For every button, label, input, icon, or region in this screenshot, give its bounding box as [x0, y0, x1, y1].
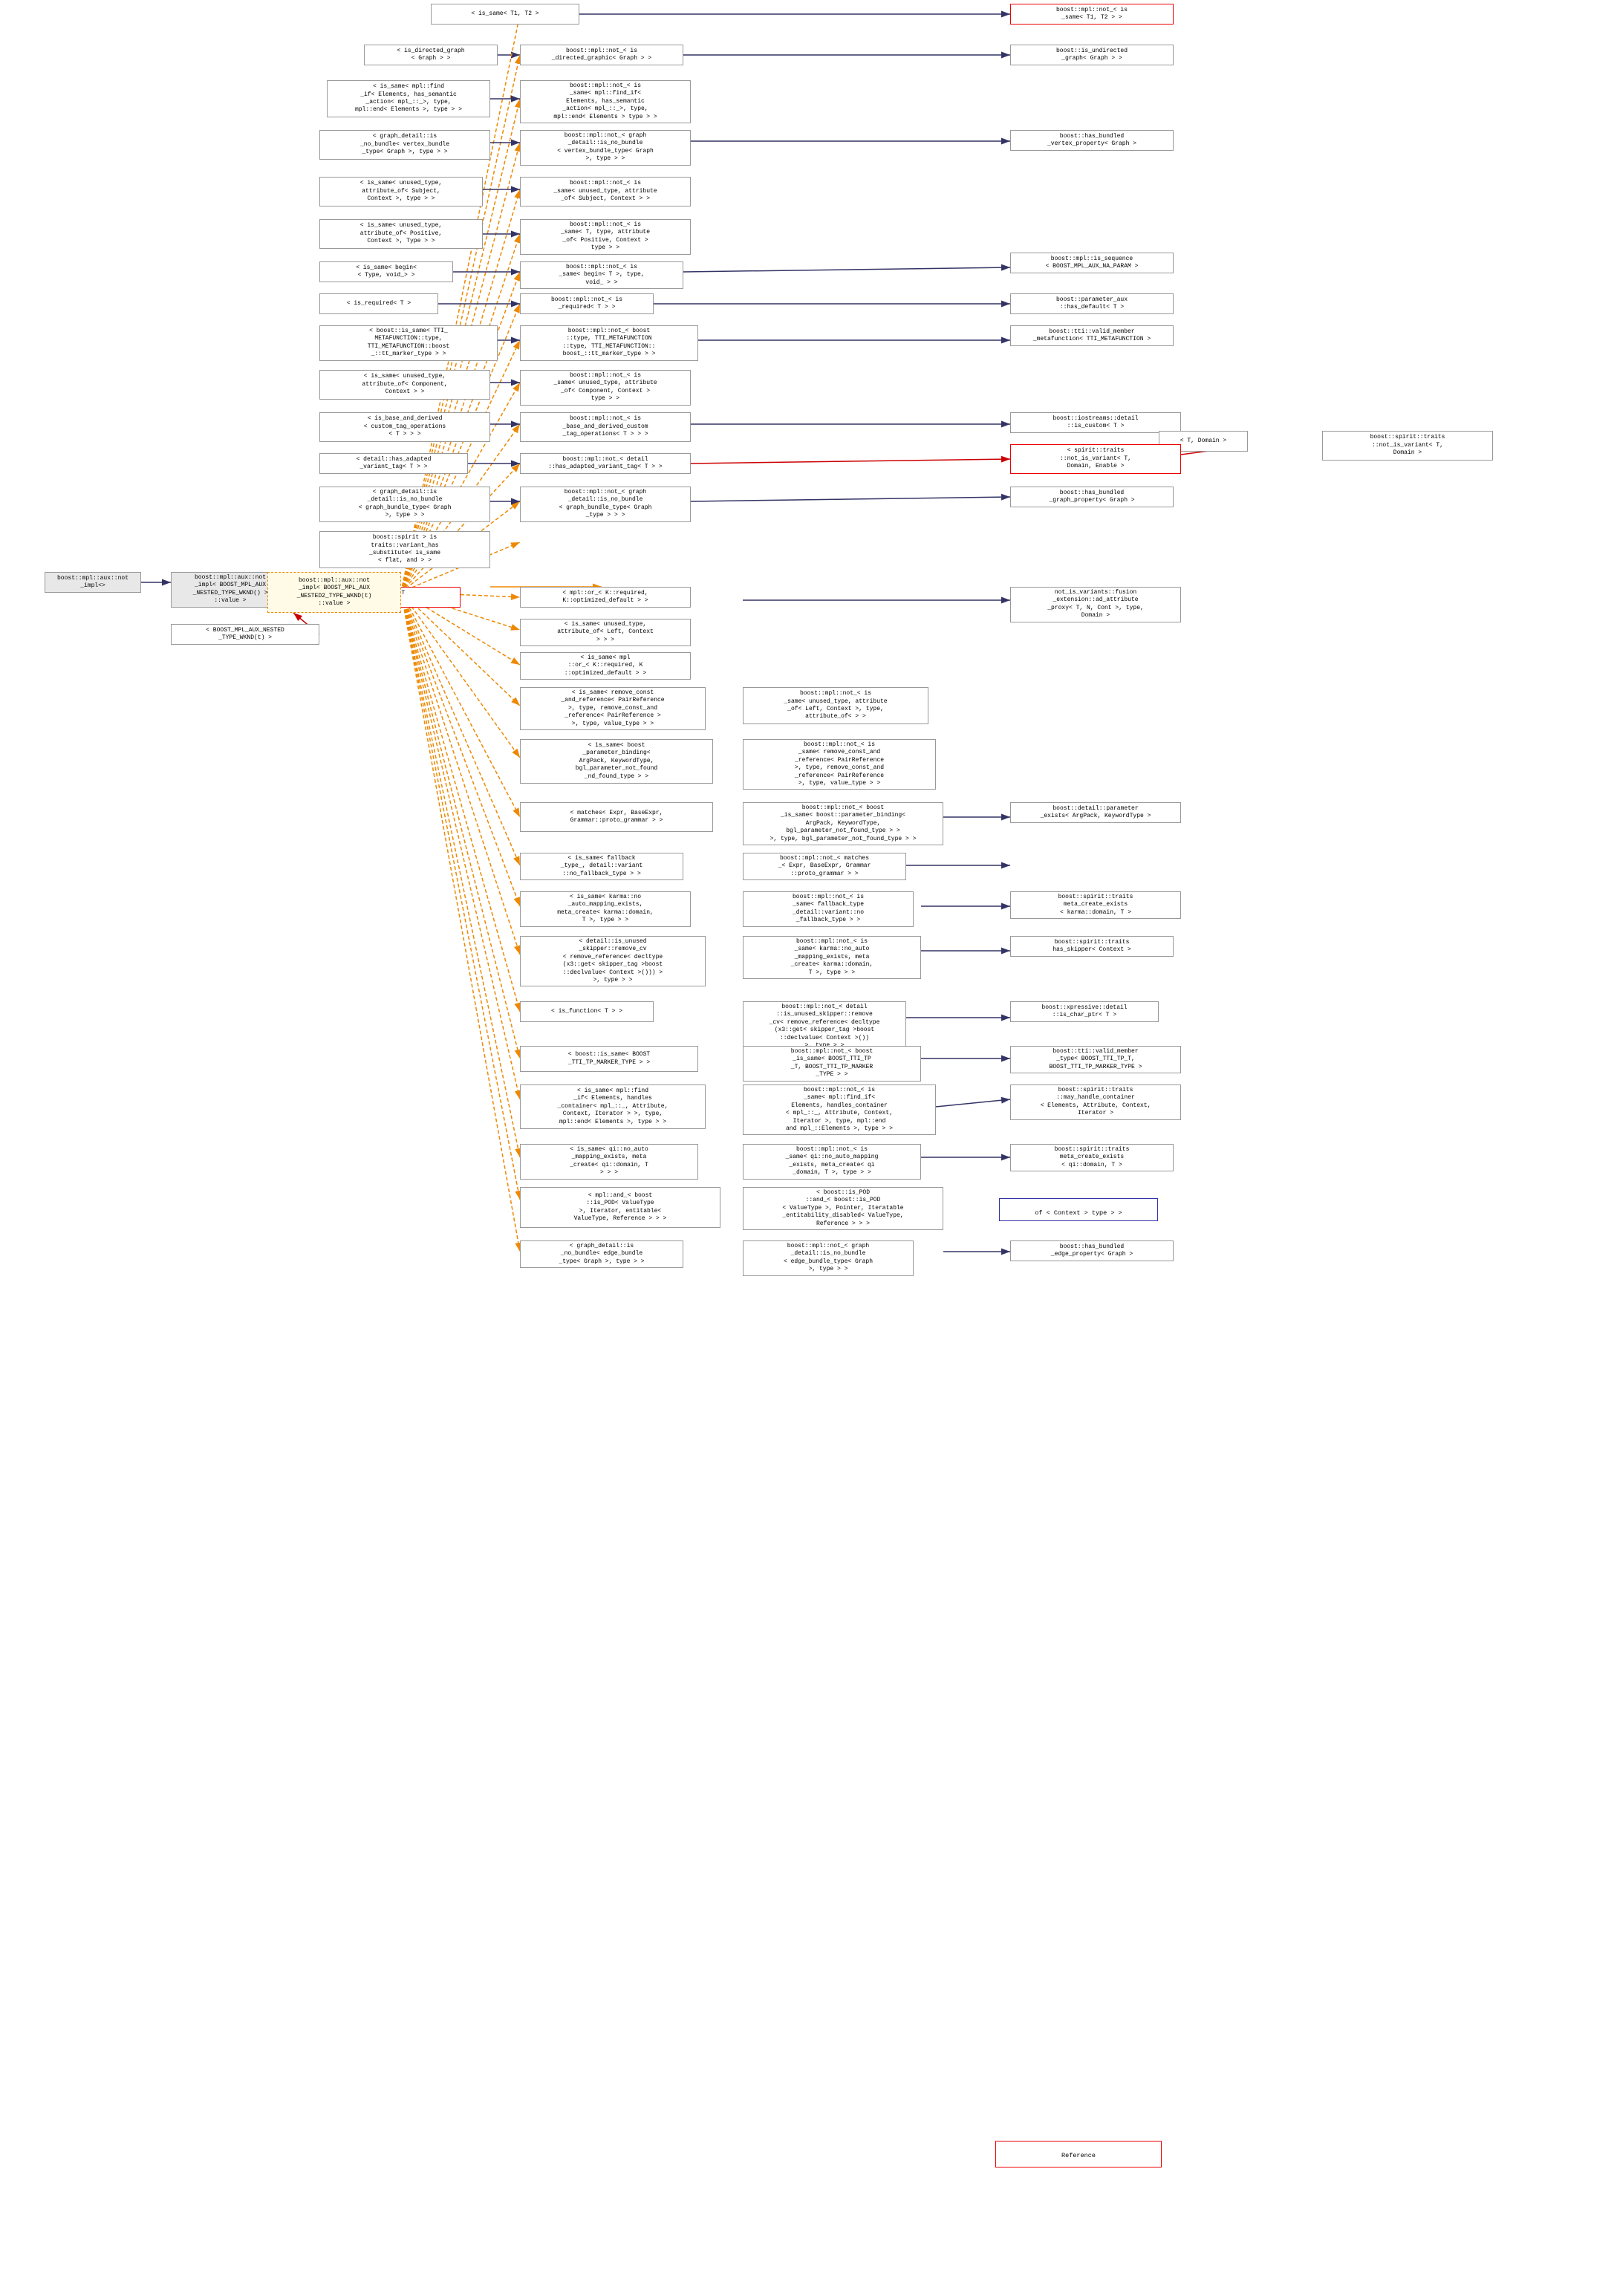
node-n26: < is_base_and_derived < custom_tag_opera…: [319, 412, 490, 442]
node-n12: boost::mpl::not_< is _same< unused_type,…: [520, 177, 691, 206]
node-n45: < is_same< boost _parameter_binding< Arg…: [520, 739, 713, 784]
node-n56: boost::mpl::not_< is _same< karma::no_au…: [743, 936, 921, 979]
node-n18: < is_required< T >: [319, 293, 438, 314]
node-n55: < detail::is_unused _skipper::remove_cv …: [520, 936, 706, 986]
node-n27: boost::mpl::not_< is _base_and_derived_c…: [520, 412, 691, 442]
node-n30: < detail::has_adapted _variant_tag< T > …: [319, 453, 468, 474]
node-n17: boost::mpl::is_sequence < BOOST_MPL_AUX_…: [1010, 253, 1174, 273]
node-n64: < is_same< mpl::find _if< Elements, hand…: [520, 1084, 706, 1129]
node-n50: < is_same< fallback _type_, detail::vari…: [520, 853, 683, 880]
node-n61: < boost::is_same< BOOST _TTI_TP_MARKER_T…: [520, 1046, 698, 1072]
node-n37: boost::spirit > is traits::variant_has _…: [319, 531, 490, 568]
node-n2: boost::mpl::not_< is _same< T1, T2 > >: [1010, 4, 1174, 25]
node-n9: boost::mpl::not_< graph _detail::is_no_b…: [520, 130, 691, 166]
node-n20: boost::parameter_aux ::has_default< T >: [1010, 293, 1174, 314]
context-label: of < Context > type > >: [999, 1198, 1158, 1221]
node-n58: < is_function< T > >: [520, 1001, 654, 1022]
node-n52: < is_same< karma::no _auto_mapping_exist…: [520, 891, 691, 927]
node-n29: boost::mpl::not_< detail ::has_adapted_v…: [520, 453, 691, 474]
node-n32: < spirit::traits ::not_is_variant< T, Do…: [1010, 444, 1181, 474]
node-n21: < boost::is_same< TTI_ METAFUNCTION::typ…: [319, 325, 498, 361]
node-n68: boost::mpl::not_< is _same< qi::no_auto_…: [743, 1144, 921, 1180]
node-n16: boost::mpl::not_< is _same< begin< T >, …: [520, 261, 683, 289]
node-n60: boost::xpressive::detail ::is_char_ptr< …: [1010, 1001, 1159, 1022]
node-n23: boost::tti::valid_member _metafunction< …: [1010, 325, 1174, 346]
node-n49: boost::detail::parameter _exists< ArgPac…: [1010, 802, 1181, 823]
node-n71: < boost::is_POD ::and_< boost::is_POD < …: [743, 1187, 943, 1230]
node-n14: boost::mpl::not_< is _same< T, type, att…: [520, 219, 691, 255]
node-n22: boost::mpl::not_< boost ::type, TTI_META…: [520, 325, 698, 361]
node-n24: < is_same< unused_type, attribute_of< Co…: [319, 370, 490, 400]
node-n5: boost::is_undirected _graph< Graph > >: [1010, 45, 1174, 65]
node-n44: boost::mpl::not_< is _same< unused_type,…: [743, 687, 928, 724]
reference-text: Reference: [1061, 2152, 1096, 2159]
node-n10: boost::has_bundled _vertex_property< Gra…: [1010, 130, 1174, 151]
node-n41: < is_same< unused_type, attribute_of< Le…: [520, 619, 691, 646]
node-n13: < is_same< unused_type, attribute_of< Po…: [319, 219, 483, 249]
node-n28: boost::iostreams::detail ::is_custom< T …: [1010, 412, 1181, 433]
node-n51: boost::mpl::not_< matches _< Expr, BaseE…: [743, 853, 906, 880]
node-n6: < is_same< mpl::find _if< Elements, has_…: [327, 80, 490, 117]
node-n67: < is_same< qi::no_auto _mapping_exists, …: [520, 1144, 698, 1180]
node-n53: boost::mpl::not_< is _same< fallback_typ…: [743, 891, 914, 927]
node-n34: < graph_detail::is _detail::is_no_bundle…: [319, 487, 490, 522]
node-n63: boost::tti::valid_member _type< BOOST_TT…: [1010, 1046, 1181, 1073]
node-n40: not_is_variants::fusion _extension::ad_a…: [1010, 587, 1181, 622]
node-n36: boost::has_bundled _graph_property< Grap…: [1010, 487, 1174, 507]
node-n65: boost::mpl::not_< is _same< mpl::find_if…: [743, 1084, 936, 1135]
node-n59: boost::mpl::not_< detail ::is_unused_ski…: [743, 1001, 906, 1052]
diagram-canvas: < is_same< T1, T2 >boost::mpl::not_< is …: [0, 0, 1617, 2296]
node-n3: < is_directed_graph < Graph > >: [364, 45, 498, 65]
node-n46: boost::mpl::not_< is _same< remove_const…: [743, 739, 936, 790]
node-n42: < is_same< mpl ::or_< K::required, K ::o…: [520, 652, 691, 680]
node-n25: boost::mpl::not_< is _same< unused_type,…: [520, 370, 691, 406]
node-n73: boost::mpl::not_< graph _detail::is_no_b…: [743, 1240, 914, 1276]
node-n7: boost::mpl::not_< is _same< mpl::find_if…: [520, 80, 691, 123]
node-n1: < is_same< T1, T2 >: [431, 4, 579, 25]
node-n39: < mpl::or_< K::required, K::optimized_de…: [520, 587, 691, 608]
node-n70: < mpl::and_< boost ::is_POD< ValueType >…: [520, 1187, 720, 1228]
node-n43: < is_same< remove_const _and_reference< …: [520, 687, 706, 730]
node-n15: < is_same< begin< < Type, void_> >: [319, 261, 453, 282]
node-n8: < graph_detail::is _no_bundle< vertex_bu…: [319, 130, 490, 160]
node-n48: boost::mpl::not_< boost _is_same< boost:…: [743, 802, 943, 845]
node-n66: boost::spirit::traits ::may_handle_conta…: [1010, 1084, 1181, 1120]
node-n77: < BOOST_MPL_AUX_NESTED _TYPE_WKND(t) >: [171, 624, 319, 645]
node-n57: boost::spirit::traits has_skipper< Conte…: [1010, 936, 1174, 957]
node-n19: boost::mpl::not_< is _required< T > >: [520, 293, 654, 314]
reference-label: Reference: [995, 2141, 1162, 2167]
node-n54: boost::spirit::traits meta_create_exists…: [1010, 891, 1181, 919]
node-n62: boost::mpl::not_< boost _is_same< BOOST_…: [743, 1046, 921, 1082]
node-n47: < matches< Expr, BaseExpr, Grammar::prot…: [520, 802, 713, 832]
node-n74: boost::has_bundled _edge_property< Graph…: [1010, 1240, 1174, 1261]
node-n72: < graph_detail::is _no_bundle< edge_bund…: [520, 1240, 683, 1268]
context-text: of < Context > type > >: [1035, 1209, 1122, 1217]
node-n35: boost::mpl::not_< graph _detail::is_no_b…: [520, 487, 691, 522]
node-main_node: boost::mpl::aux::not _impl< BOOST_MPL_AU…: [267, 572, 401, 613]
node-n4: boost::mpl::not_< is _directed_graphic< …: [520, 45, 683, 65]
node-n69: boost::spirit::traits meta_create_exists…: [1010, 1144, 1174, 1171]
node-n75: boost::mpl::aux::not _impl<>: [45, 572, 141, 593]
node-n11: < is_same< unused_type, attribute_of< Su…: [319, 177, 483, 206]
node-n33: boost::spirit::traits ::not_is_variant< …: [1322, 431, 1493, 461]
